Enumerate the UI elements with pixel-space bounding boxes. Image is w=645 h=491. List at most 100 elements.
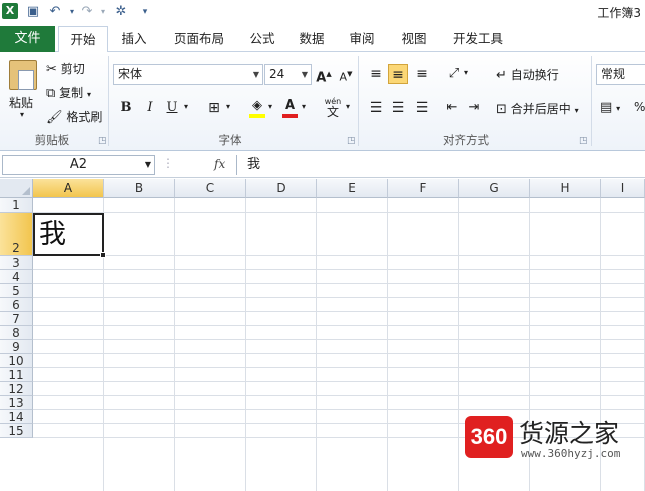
fill-color-dropdown-icon[interactable]: ▾: [268, 102, 272, 111]
tab-developer[interactable]: 开发工具: [444, 26, 512, 52]
column-header-c[interactable]: C: [175, 179, 246, 198]
row-header-5[interactable]: 5: [0, 284, 33, 298]
underline-button[interactable]: U: [162, 98, 182, 118]
font-launcher-icon[interactable]: ◳: [347, 136, 356, 146]
row-header-6[interactable]: 6: [0, 298, 33, 312]
align-bottom-button[interactable]: ≡: [412, 64, 432, 84]
column-header-a[interactable]: A: [33, 179, 104, 198]
accounting-format-button[interactable]: ▤ ▾: [600, 100, 620, 115]
row-header-7[interactable]: 7: [0, 312, 33, 326]
column-header-b[interactable]: B: [104, 179, 175, 198]
align-right-button[interactable]: ☰: [412, 98, 432, 118]
row-header-14[interactable]: 14: [0, 410, 33, 424]
tab-file[interactable]: 文件: [0, 26, 55, 52]
cut-button[interactable]: ✂ 剪切: [46, 60, 85, 77]
increase-indent-button[interactable]: ⇥: [464, 98, 484, 118]
column-header-d[interactable]: D: [246, 179, 317, 198]
splitter-handle-icon[interactable]: ⋮: [162, 156, 174, 170]
gridline-vertical: [387, 198, 388, 491]
active-cell-a2[interactable]: 我: [33, 213, 106, 258]
group-divider: [358, 56, 359, 146]
select-all-button[interactable]: [0, 179, 33, 198]
copy-button[interactable]: ⧉ 复制 ▾: [46, 84, 91, 101]
row-header-4[interactable]: 4: [0, 270, 33, 284]
percent-button[interactable]: %: [634, 100, 645, 114]
tab-view[interactable]: 视图: [392, 26, 436, 52]
gridline-horizontal: [33, 395, 645, 396]
font-name-select[interactable]: 宋体 ▼: [113, 64, 263, 85]
column-header-g[interactable]: G: [459, 179, 530, 198]
grow-font-button[interactable]: A▲: [314, 64, 334, 85]
accounting-dropdown-icon[interactable]: ▾: [616, 104, 620, 113]
chevron-down-icon[interactable]: ▼: [145, 156, 151, 174]
shrink-font-button[interactable]: A▼: [336, 64, 356, 84]
gridline-vertical: [174, 198, 175, 491]
ribbon-tab-bar: 文件 开始 插入 页面布局 公式 数据 审阅 视图 开发工具: [0, 24, 645, 53]
paint-bucket-icon: ◈: [252, 98, 262, 113]
gridline-horizontal: [33, 339, 645, 340]
tab-review[interactable]: 审阅: [340, 26, 384, 52]
row-header-1[interactable]: 1: [0, 198, 33, 213]
column-header-h[interactable]: H: [530, 179, 601, 198]
row-header-15[interactable]: 15: [0, 424, 33, 438]
merge-center-button[interactable]: ⊡ 合并后居中 ▾: [496, 100, 579, 117]
row-header-8[interactable]: 8: [0, 326, 33, 340]
column-header-e[interactable]: E: [317, 179, 388, 198]
orientation-dropdown-icon[interactable]: ▾: [464, 68, 468, 77]
insert-function-icon[interactable]: fx: [214, 157, 225, 171]
border-dropdown-icon[interactable]: ▾: [226, 102, 230, 111]
group-divider: [591, 56, 592, 146]
tools-icon[interactable]: ✲: [112, 3, 130, 21]
paste-dropdown-icon[interactable]: ▾: [20, 110, 24, 119]
align-top-button[interactable]: ≡: [366, 64, 386, 84]
align-center-button[interactable]: ☰: [388, 98, 408, 118]
row-header-2[interactable]: 2: [0, 213, 33, 256]
tab-formulas[interactable]: 公式: [240, 26, 284, 52]
bold-button[interactable]: B: [116, 98, 136, 118]
watermark-url: www.360hyzj.com: [521, 447, 621, 460]
phonetic-dropdown-icon[interactable]: ▾: [346, 102, 350, 111]
alignment-launcher-icon[interactable]: ◳: [579, 136, 588, 146]
currency-icon: ▤: [600, 99, 613, 115]
align-middle-button[interactable]: ≡: [388, 64, 408, 84]
align-left-button[interactable]: ☰: [366, 98, 386, 118]
copy-dropdown-icon[interactable]: ▾: [87, 90, 91, 99]
underline-dropdown-icon[interactable]: ▾: [184, 102, 188, 111]
wrap-text-icon: ↵: [496, 67, 507, 83]
phonetic-button[interactable]: wén 文: [320, 96, 346, 118]
tab-page-layout[interactable]: 页面布局: [164, 26, 234, 52]
name-box[interactable]: A2 ▼: [2, 155, 155, 175]
orientation-button[interactable]: ⤢: [444, 64, 464, 84]
formula-input[interactable]: 我: [236, 155, 645, 175]
undo-icon[interactable]: ↶: [46, 3, 64, 21]
tab-insert[interactable]: 插入: [112, 26, 156, 52]
decrease-indent-button[interactable]: ⇤: [442, 98, 462, 118]
customize-quick-access-icon[interactable]: ▾: [136, 3, 154, 21]
wrap-text-button[interactable]: ↵ 自动换行: [496, 66, 559, 83]
save-icon[interactable]: ▣: [24, 3, 42, 21]
column-header-f[interactable]: F: [388, 179, 459, 198]
clipboard-launcher-icon[interactable]: ◳: [98, 136, 107, 146]
row-header-9[interactable]: 9: [0, 340, 33, 354]
font-color-dropdown-icon[interactable]: ▾: [302, 102, 306, 111]
excel-logo-icon[interactable]: X: [2, 3, 18, 19]
row-header-10[interactable]: 10: [0, 354, 33, 368]
merge-dropdown-icon[interactable]: ▾: [575, 106, 579, 115]
tab-data[interactable]: 数据: [290, 26, 334, 52]
row-header-3[interactable]: 3: [0, 256, 33, 270]
fill-color-button[interactable]: ◈: [247, 96, 267, 118]
scissors-icon: ✂: [46, 61, 57, 77]
font-color-button[interactable]: A: [280, 96, 300, 118]
redo-dropdown-icon[interactable]: ▾: [94, 3, 112, 21]
number-format-select[interactable]: 常规: [596, 64, 645, 85]
row-header-11[interactable]: 11: [0, 368, 33, 382]
tab-home[interactable]: 开始: [58, 26, 108, 53]
italic-button[interactable]: I: [140, 98, 160, 118]
fill-handle[interactable]: [100, 252, 106, 258]
format-painter-button[interactable]: 🖌 格式刷: [46, 108, 102, 125]
font-size-select[interactable]: 24 ▼: [264, 64, 312, 85]
row-header-13[interactable]: 13: [0, 396, 33, 410]
row-header-12[interactable]: 12: [0, 382, 33, 396]
border-button[interactable]: ⊞: [204, 98, 224, 118]
column-header-i[interactable]: I: [601, 179, 645, 198]
